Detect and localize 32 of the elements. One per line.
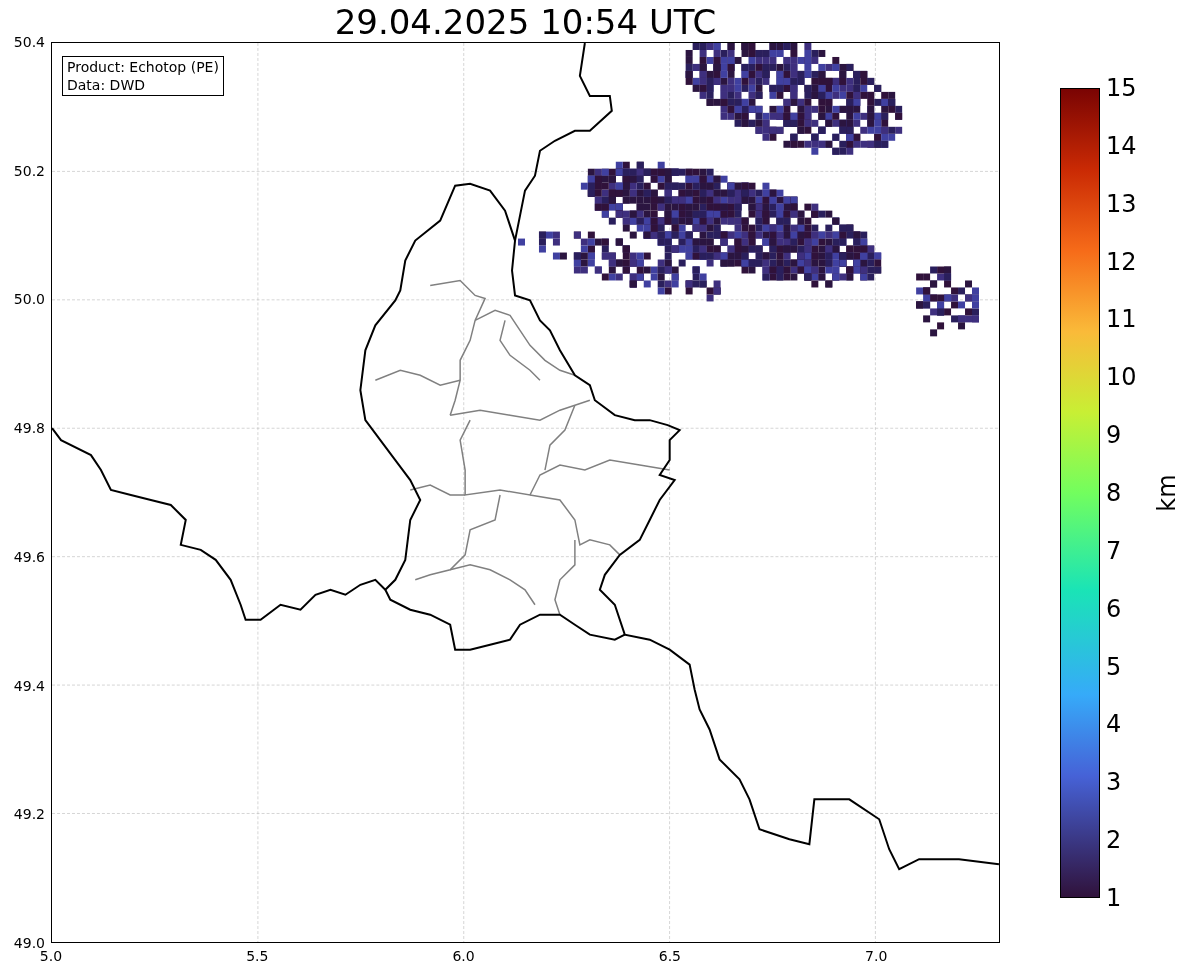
colorbar-label: km: [1154, 474, 1178, 512]
x-tick-label: 5.0: [39, 949, 63, 963]
y-tick-label: 49.4: [13, 678, 45, 693]
colorbar-tick-label: 8: [1106, 481, 1122, 505]
colorbar-tick-label: 13: [1106, 191, 1137, 216]
colorbar-tick-label: 2: [1106, 828, 1122, 853]
y-tick-label: 49.6: [13, 549, 45, 564]
colorbar-tick-label: 9: [1106, 423, 1122, 448]
info-text: Product: Echotop (PE): [67, 58, 219, 76]
y-tick-label: 49.0: [13, 936, 45, 950]
y-tick-label: 50.4: [13, 35, 45, 49]
x-tick-label: 7.0: [865, 949, 888, 963]
y-tick-label: 49.2: [13, 807, 45, 822]
colorbar-tick-label: 11: [1106, 307, 1137, 332]
colorbar-tick-label: 10: [1106, 365, 1137, 390]
colorbar-tick-label: 5: [1106, 654, 1122, 679]
colorbar-tick-label: 14: [1106, 133, 1137, 158]
y-tick-label: 49.8: [13, 421, 45, 436]
y-tick-label: 50.0: [13, 292, 45, 307]
chart-title: 29.04.2025 10:54 UTC: [333, 1, 718, 42]
colorbar-tick-label: 15: [1106, 76, 1137, 100]
x-tick-label: 5.5: [246, 949, 269, 963]
colorbar-tick-label: 4: [1106, 712, 1122, 737]
colorbar-tick-label: 6: [1106, 596, 1122, 621]
info-text: Data: DWD: [67, 76, 146, 94]
y-tick-label: 50.2: [13, 163, 45, 178]
colorbar-tick-label: 3: [1106, 770, 1122, 795]
colorbar-tick-label: 7: [1106, 538, 1122, 563]
x-tick-label: 6.5: [658, 949, 681, 963]
colorbar-tick-label: 12: [1106, 249, 1137, 274]
x-tick-label: 6.0: [452, 949, 475, 963]
colorbar-tick-label: 1: [1106, 886, 1122, 910]
